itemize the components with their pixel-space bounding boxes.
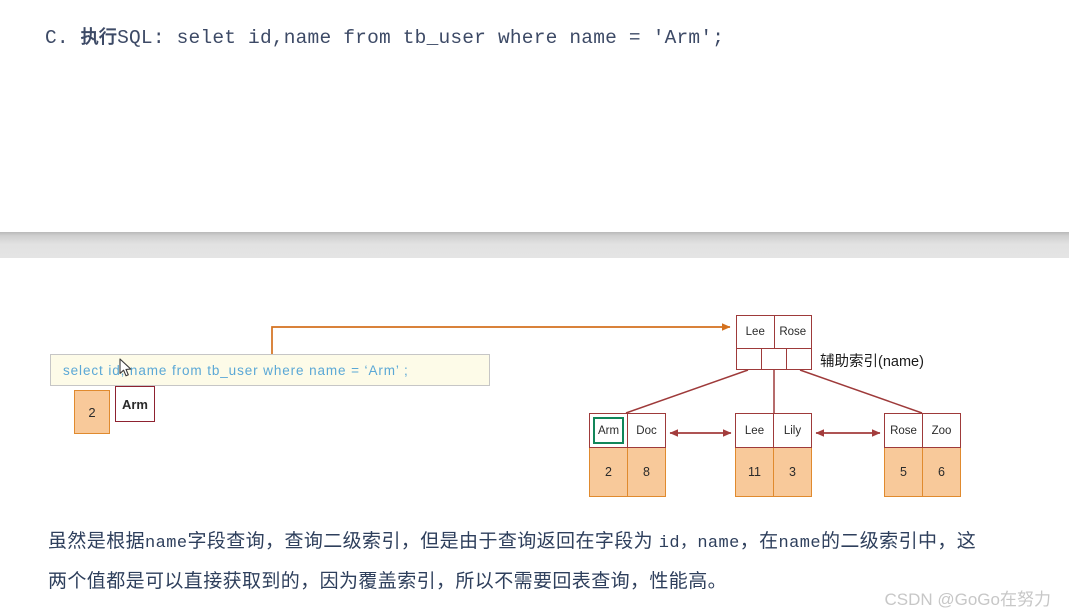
sql-query-text: select id, name from tb_user where name …	[63, 362, 409, 378]
root-pointer-cell	[737, 349, 761, 369]
root-key-cell: Rose	[773, 316, 812, 348]
para-seg: 字段查询，查询二级索引，但是由于查询返回在字段为	[187, 531, 659, 552]
leaf-key-cell: Arm	[590, 414, 627, 447]
leaf-node-values: 5 6	[884, 448, 961, 497]
leaf-node-values: 2 8	[589, 448, 666, 497]
root-key-cell: Lee	[745, 326, 765, 338]
leaf-key-cell: Lily	[773, 414, 811, 447]
explanation-paragraph: 虽然是根据name字段查询，查询二级索引，但是由于查询返回在字段为 id，nam…	[48, 523, 988, 601]
leaf-key-cell: Doc	[627, 414, 665, 447]
leaf-key-cell: Zoo	[922, 414, 960, 447]
btree-diagram: select id, name from tb_user where name …	[0, 258, 1069, 508]
btree-root-node: Lee Rose	[736, 315, 812, 370]
root-pointer-cell	[786, 349, 811, 369]
sql-query-box: select id, name from tb_user where name …	[50, 354, 490, 386]
para-code-name-2: name	[778, 534, 821, 553]
result-id-cell: 2	[74, 390, 110, 434]
para-code-name-1: name	[145, 534, 188, 553]
para-seg: ，在	[739, 531, 779, 552]
leaf-value-cell: 6	[922, 448, 960, 496]
para-code-idname: id，name	[658, 534, 740, 553]
page-title: C. 执行SQL: selet id,name from tb_user whe…	[45, 23, 724, 49]
result-name-cell: Arm	[115, 386, 155, 422]
leaf-value-cell: 2	[605, 465, 612, 479]
para-seg: 的二级索	[820, 531, 899, 552]
leaf-value-cell: 3	[773, 448, 811, 496]
leaf-value-cell: 8	[627, 448, 665, 496]
csdn-watermark: CSDN @GoGo在努力	[884, 590, 1051, 609]
heading-sql: SQL: selet id,name from tb_user where na…	[117, 27, 725, 49]
leaf-node-keys: Lee Lily	[735, 413, 812, 448]
match-highlight-box	[593, 417, 624, 444]
leaf-node-keys: Arm Doc	[589, 413, 666, 448]
root-node-pointers	[736, 349, 812, 370]
leaf-value-cell: 5	[900, 465, 907, 479]
secondary-index-label: 辅助索引(name)	[820, 354, 924, 370]
bottom-section: select id, name from tb_user where name …	[0, 258, 1069, 616]
section-divider-band	[0, 232, 1069, 258]
leaf-key-cell: Lee	[744, 424, 765, 437]
para-seg: 虽然是根据	[48, 531, 146, 552]
leaf-key-cell: Rose	[890, 424, 917, 437]
leaf-node-values: 11 3	[735, 448, 812, 497]
btree-leaf-node: Arm Doc 2 8	[589, 413, 666, 497]
btree-leaf-node: Lee Lily 11 3	[735, 413, 812, 497]
top-section: C. 执行SQL: selet id,name from tb_user whe…	[0, 0, 1069, 232]
heading-chinese: 执行	[80, 27, 118, 47]
root-pointer-cell	[761, 349, 786, 369]
leaf-value-cell: 11	[748, 465, 761, 479]
root-node-keys: Lee Rose	[736, 315, 812, 349]
heading-prefix: C.	[45, 27, 81, 49]
btree-leaf-node: Rose Zoo 5 6	[884, 413, 961, 497]
leaf-node-keys: Rose Zoo	[884, 413, 961, 448]
